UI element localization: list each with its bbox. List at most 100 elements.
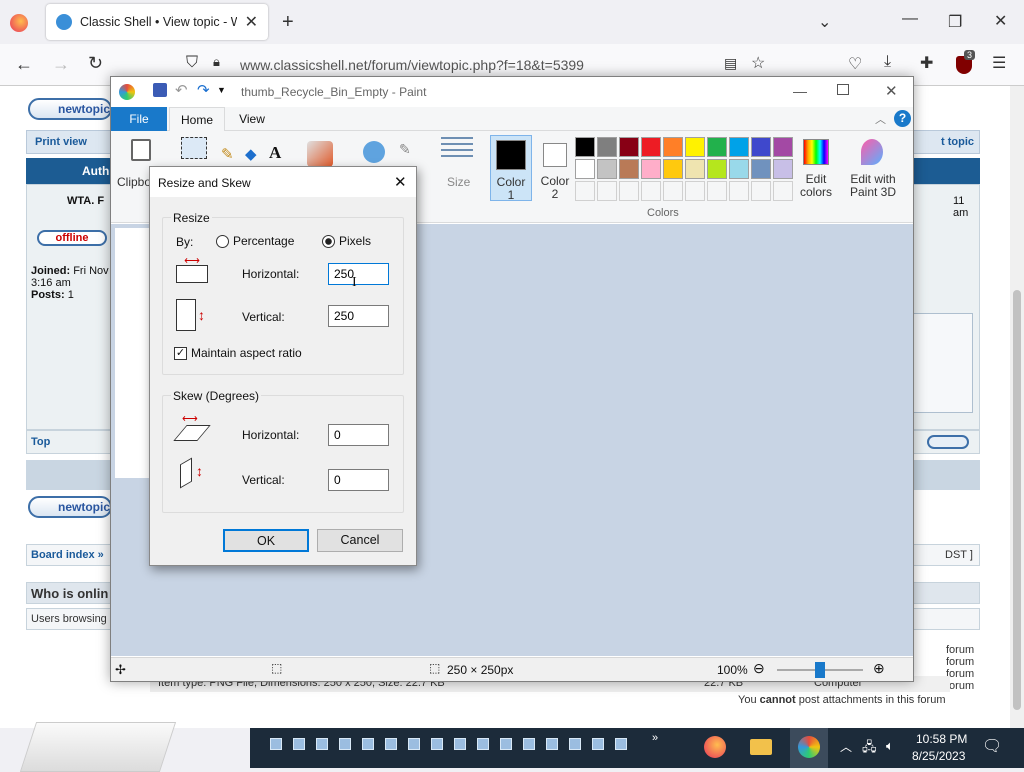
paint-taskbar-icon[interactable] bbox=[790, 728, 828, 768]
palette-swatch[interactable] bbox=[575, 181, 595, 201]
palette-swatch[interactable] bbox=[641, 137, 661, 157]
undo-icon[interactable]: ↶ bbox=[175, 81, 188, 99]
notifications-icon[interactable]: 🗨︎ bbox=[982, 736, 1002, 756]
edit-colors-button[interactable]: Edit colors bbox=[799, 137, 833, 201]
toolbar-shortcut-icon[interactable] bbox=[431, 738, 443, 750]
palette-swatch[interactable] bbox=[729, 181, 749, 201]
redo-icon[interactable]: ↷ bbox=[197, 81, 210, 99]
palette-swatch[interactable] bbox=[751, 137, 771, 157]
tab-home[interactable]: Home bbox=[169, 107, 225, 131]
select-icon[interactable] bbox=[181, 137, 207, 159]
paint-maximize-icon[interactable] bbox=[837, 84, 849, 95]
new-topic-button-top[interactable]: newtopic bbox=[28, 98, 112, 120]
palette-swatch[interactable] bbox=[773, 159, 793, 179]
palette-swatch[interactable] bbox=[773, 137, 793, 157]
palette-swatch[interactable] bbox=[619, 159, 639, 179]
color2-button[interactable]: Color 2 bbox=[535, 135, 577, 201]
tracking-shield-icon[interactable]: ⛉ bbox=[186, 54, 198, 72]
quote-button[interactable] bbox=[927, 435, 969, 449]
checkbox-box[interactable]: ✓ bbox=[174, 346, 187, 360]
print-view-link[interactable]: Print view bbox=[35, 136, 87, 148]
palette-swatch[interactable] bbox=[575, 159, 595, 179]
bookmark-star-icon[interactable]: ☆ bbox=[751, 53, 765, 73]
menu-icon[interactable]: ☰ bbox=[992, 53, 1006, 73]
toolbar-shortcut-icon[interactable] bbox=[500, 738, 512, 750]
zoom-slider[interactable] bbox=[777, 662, 863, 678]
back-icon[interactable]: ← bbox=[15, 54, 33, 75]
new-topic-button-bottom[interactable]: newtopic bbox=[28, 496, 112, 518]
palette-swatch[interactable] bbox=[685, 181, 705, 201]
paste-icon[interactable] bbox=[131, 139, 151, 161]
skew-horizontal-input[interactable] bbox=[328, 424, 389, 446]
palette-swatch[interactable] bbox=[597, 181, 617, 201]
palette-swatch[interactable] bbox=[685, 159, 705, 179]
close-window-icon[interactable]: ✕ bbox=[994, 11, 1007, 31]
browser-tab[interactable]: Classic Shell • View topic - Win ✕ bbox=[46, 4, 268, 40]
palette-swatch[interactable] bbox=[707, 137, 727, 157]
tab-view[interactable]: View bbox=[227, 107, 277, 131]
minimize-icon[interactable]: — bbox=[902, 10, 918, 28]
help-icon[interactable]: ? bbox=[894, 110, 911, 127]
pocket-icon[interactable]: ♡ bbox=[848, 54, 862, 74]
pencil-icon[interactable]: ✎ bbox=[221, 145, 234, 163]
downloads-icon[interactable]: ⤓ bbox=[884, 53, 891, 71]
toolbar-shortcut-icon[interactable] bbox=[615, 738, 627, 750]
palette-swatch[interactable] bbox=[641, 159, 661, 179]
ok-button[interactable]: OK bbox=[223, 529, 309, 552]
palette-swatch[interactable] bbox=[751, 181, 771, 201]
image-canvas[interactable] bbox=[115, 228, 151, 478]
list-tabs-icon[interactable]: ⌄ bbox=[818, 12, 831, 32]
resize-horizontal-input[interactable] bbox=[328, 263, 389, 285]
skew-vertical-input[interactable] bbox=[328, 469, 389, 491]
fill-icon[interactable]: ◆ bbox=[245, 145, 257, 163]
palette-swatch[interactable] bbox=[641, 181, 661, 201]
cancel-button[interactable]: Cancel bbox=[317, 529, 403, 552]
forward-icon[interactable]: → bbox=[52, 54, 70, 75]
palette-swatch[interactable] bbox=[575, 137, 595, 157]
size-label[interactable]: Size bbox=[447, 175, 470, 189]
toolbar-shortcut-icon[interactable] bbox=[523, 738, 535, 750]
zoom-out-icon[interactable]: ⊖ bbox=[753, 660, 765, 677]
palette-swatch[interactable] bbox=[773, 181, 793, 201]
tab-file[interactable]: File bbox=[111, 107, 167, 131]
palette-swatch[interactable] bbox=[729, 159, 749, 179]
volume-icon[interactable]: 🔈︎ bbox=[886, 738, 894, 754]
firefox-taskbar-icon[interactable] bbox=[704, 736, 726, 758]
pixels-label[interactable]: Pixels bbox=[339, 234, 371, 248]
reader-view-icon[interactable]: ▤ bbox=[724, 55, 737, 72]
clock-time[interactable]: 10:58 PM bbox=[916, 732, 967, 746]
quick-access-dropdown-icon[interactable]: ▼ bbox=[217, 85, 226, 95]
palette-swatch[interactable] bbox=[729, 137, 749, 157]
close-tab-icon[interactable]: ✕ bbox=[245, 12, 258, 32]
resize-vertical-input[interactable] bbox=[328, 305, 389, 327]
extensions-icon[interactable]: ✚ bbox=[920, 53, 933, 73]
toolbar-shortcut-icon[interactable] bbox=[454, 738, 466, 750]
board-index-link[interactable]: Board index » bbox=[31, 549, 104, 561]
toolbar-shortcut-icon[interactable] bbox=[316, 738, 328, 750]
outline-icon[interactable]: ✎ bbox=[399, 141, 411, 158]
clock-date[interactable]: 8/25/2023 bbox=[912, 749, 965, 763]
ribbon-collapse-icon[interactable]: ︿ bbox=[875, 111, 886, 127]
zoom-slider-thumb[interactable] bbox=[815, 662, 825, 678]
maintain-aspect-label[interactable]: Maintain aspect ratio bbox=[191, 346, 302, 360]
post-topic-link[interactable]: t topic bbox=[941, 136, 974, 148]
lock-icon[interactable]: 🔒︎ bbox=[213, 54, 220, 70]
palette-swatch[interactable] bbox=[663, 181, 683, 201]
text-icon[interactable]: A bbox=[269, 143, 281, 163]
pixels-radio[interactable]: Pixels bbox=[322, 234, 371, 248]
page-scrollbar[interactable] bbox=[1010, 86, 1024, 728]
network-icon[interactable]: 🖧︎ bbox=[862, 738, 877, 760]
palette-swatch[interactable] bbox=[685, 137, 705, 157]
dialog-close-icon[interactable]: ✕ bbox=[394, 173, 407, 191]
palette-swatch[interactable] bbox=[663, 137, 683, 157]
paint-minimize-icon[interactable]: — bbox=[793, 83, 807, 99]
restore-icon[interactable]: ❐ bbox=[948, 12, 962, 32]
url-bar[interactable]: www.classicshell.net/forum/viewtopic.php… bbox=[240, 57, 584, 73]
palette-swatch[interactable] bbox=[619, 137, 639, 157]
toolbar-shortcut-icon[interactable] bbox=[569, 738, 581, 750]
tray-overflow-icon[interactable]: ︿ bbox=[840, 738, 852, 755]
toolbar-shortcut-icon[interactable] bbox=[592, 738, 604, 750]
poster-name[interactable]: WTA. F bbox=[67, 195, 104, 207]
edit-paint3d-button[interactable]: Edit with Paint 3D bbox=[845, 137, 901, 201]
palette-swatch[interactable] bbox=[597, 137, 617, 157]
